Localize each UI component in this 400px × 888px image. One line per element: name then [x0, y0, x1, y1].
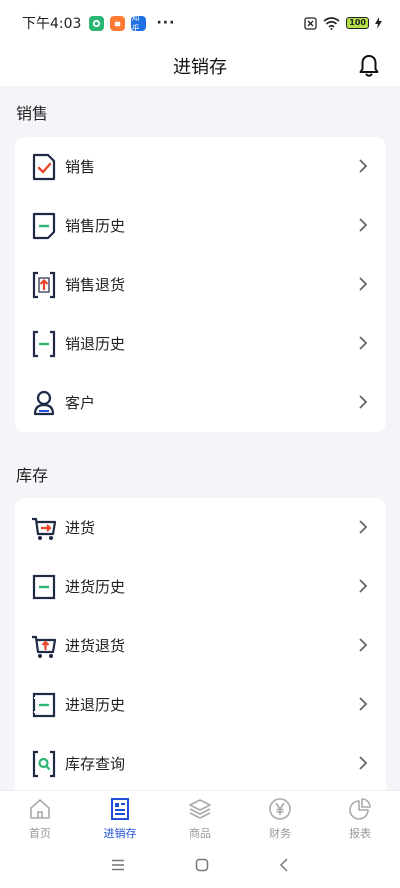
menu-item-customer[interactable]: 客户 — [15, 373, 386, 432]
menu-icon[interactable] — [111, 859, 125, 871]
purchase-history-icon — [31, 573, 57, 601]
home-square-icon[interactable] — [195, 858, 209, 872]
tab-label: 商品 — [189, 827, 211, 840]
section-title-inventory: 库存 — [16, 466, 49, 485]
sales-doc-icon — [31, 153, 57, 181]
purchase-return-history-icon — [31, 691, 57, 719]
wifi-icon — [323, 16, 340, 30]
chevron-right-icon — [359, 218, 368, 232]
chevron-right-icon — [359, 756, 368, 770]
chevron-right-icon — [359, 579, 368, 593]
tab-home[interactable]: 首页 — [0, 791, 80, 842]
menu-item-label: 进退历史 — [65, 696, 126, 714]
tab-label: 财务 — [269, 827, 291, 840]
charging-icon — [375, 17, 382, 29]
menu-item-label: 销售 — [65, 158, 96, 176]
purchase-cart-icon — [31, 514, 57, 542]
zhihu-app-icon: 知乎 — [131, 13, 147, 33]
tab-products[interactable]: 商品 — [160, 791, 240, 842]
chevron-right-icon — [359, 159, 368, 173]
sales-card: 销售 销售历史 销售退货 销退历史 客户 — [15, 137, 386, 432]
chevron-right-icon — [359, 336, 368, 350]
bell-icon[interactable] — [358, 54, 380, 78]
menu-item-stock-search[interactable]: 库存查询 — [15, 734, 386, 790]
menu-item-label: 销售退货 — [65, 276, 126, 294]
status-bar: 下午4:03 知乎 ··· 100 — [0, 0, 400, 46]
menu-item-sales[interactable]: 销售 — [15, 137, 386, 196]
chevron-right-icon — [359, 697, 368, 711]
menu-item-sales-return[interactable]: 销售退货 — [15, 255, 386, 314]
purchase-return-icon — [31, 632, 57, 660]
menu-item-label: 进货 — [65, 519, 96, 537]
tab-reports[interactable]: 报表 — [320, 791, 400, 842]
document-icon — [111, 798, 129, 820]
menu-item-label: 进货历史 — [65, 578, 126, 596]
home-icon — [30, 799, 50, 819]
chevron-right-icon — [359, 520, 368, 534]
menu-item-return-history[interactable]: 销退历史 — [15, 314, 386, 373]
sales-history-icon — [31, 212, 57, 240]
menu-item-label: 库存查询 — [65, 755, 126, 773]
status-time: 下午4:03 — [22, 16, 82, 32]
menu-item-purchase-return-history[interactable]: 进退历史 — [15, 675, 386, 734]
customer-icon — [31, 389, 57, 417]
pie-chart-icon — [349, 798, 371, 820]
bottom-tab-bar: 首页 进销存 商品 财务 报表 — [0, 790, 400, 842]
menu-item-purchase[interactable]: 进货 — [15, 498, 386, 557]
status-right: 100 — [304, 16, 382, 30]
menu-item-label: 进货退货 — [65, 637, 126, 655]
menu-item-label: 销售历史 — [65, 217, 126, 235]
sales-return-icon — [31, 271, 57, 299]
menu-item-purchase-history[interactable]: 进货历史 — [15, 557, 386, 616]
chevron-right-icon — [359, 395, 368, 409]
back-icon[interactable] — [279, 858, 289, 872]
no-sim-icon — [304, 16, 317, 30]
app-header: 进销存 — [0, 46, 400, 86]
inventory-card: 进货 进货历史 进货退货 进退历史 库存查询 — [15, 498, 386, 790]
layers-icon — [189, 799, 211, 819]
return-history-icon — [31, 330, 57, 358]
yen-icon — [269, 798, 291, 820]
chevron-right-icon — [359, 277, 368, 291]
taobao-app-icon — [110, 15, 126, 31]
page-title: 进销存 — [173, 57, 227, 78]
chevron-right-icon — [359, 638, 368, 652]
status-more-icon: ··· — [156, 15, 176, 31]
menu-item-label: 客户 — [65, 394, 96, 412]
menu-item-label: 销退历史 — [65, 335, 126, 353]
section-title-sales: 销售 — [16, 104, 49, 123]
tab-label: 进销存 — [103, 827, 137, 840]
menu-item-sales-history[interactable]: 销售历史 — [15, 196, 386, 255]
stock-search-icon — [31, 750, 57, 778]
tab-label: 首页 — [29, 827, 51, 840]
system-nav-bar — [0, 842, 400, 888]
menu-item-purchase-return[interactable]: 进货退货 — [15, 616, 386, 675]
wechat-app-icon — [89, 15, 105, 31]
tab-inventory-sales[interactable]: 进销存 — [80, 791, 160, 842]
tab-finance[interactable]: 财务 — [240, 791, 320, 842]
main-content: 销售 销售 销售历史 销售退货 销退历史 客户 库存 进货 进货历史 进货退货 … — [0, 86, 400, 790]
battery-indicator: 100 — [346, 17, 369, 29]
tab-label: 报表 — [349, 827, 371, 840]
